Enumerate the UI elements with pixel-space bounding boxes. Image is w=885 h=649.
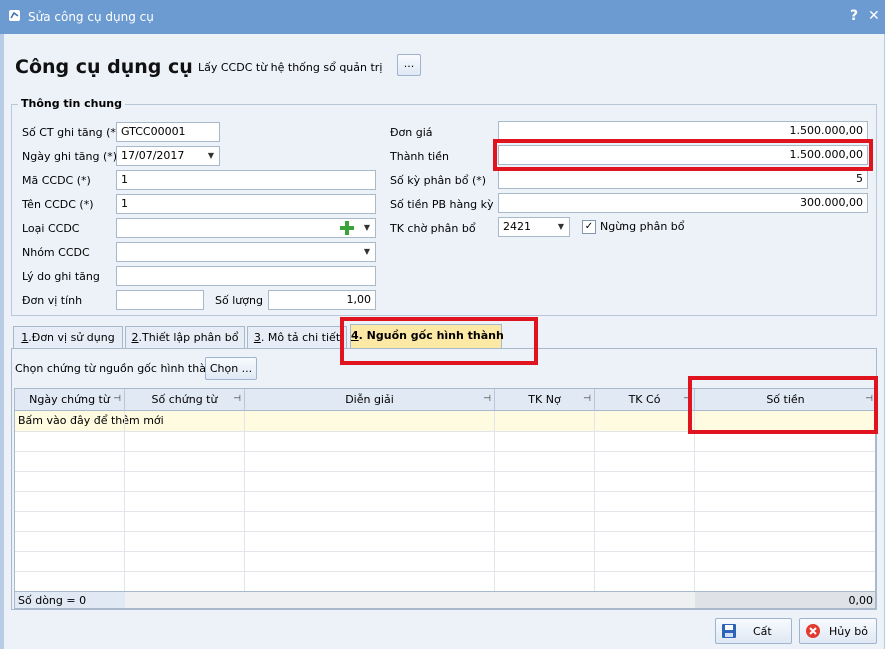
grid-line	[15, 451, 875, 452]
so-ct-input[interactable]: GTCC00001	[116, 122, 220, 142]
don-gia-label: Đơn giá	[390, 126, 433, 139]
ly-do-input[interactable]	[116, 266, 376, 286]
ngung-pb-label: Ngừng phân bổ	[600, 220, 685, 233]
ma-ccdc-input[interactable]: 1	[116, 170, 376, 190]
title-bar: Sửa công cụ dụng cụ ? ✕	[0, 0, 885, 34]
grid-line	[15, 571, 875, 572]
column-title: Diễn giải	[345, 393, 394, 406]
column-header[interactable]: Diễn giải ⊣	[245, 389, 495, 411]
ten-ccdc-label: Tên CCDC (*)	[22, 198, 94, 211]
tk-cho-pb-value: 2421	[503, 220, 531, 233]
loai-ccdc-label: Loại CCDC	[22, 222, 80, 235]
row-count: Số dòng = 0	[15, 591, 125, 608]
new-row-hint: Bấm vào đây để thêm mới	[18, 414, 164, 427]
pin-icon[interactable]: ⊣	[233, 389, 241, 410]
thanh-tien-label: Thành tiền	[390, 150, 449, 163]
tab-don-vi-su-dung[interactable]: 1.Đơn vị sử dụng	[13, 326, 123, 349]
chevron-down-icon[interactable]: ▼	[553, 218, 569, 236]
close-icon[interactable]: ✕	[868, 8, 880, 24]
choose-button[interactable]: Chọn ...	[205, 357, 257, 380]
tab-key: 3	[253, 331, 261, 344]
grid-line	[124, 411, 125, 591]
grid-line	[694, 411, 695, 591]
don-vi-tinh-input[interactable]	[116, 290, 204, 310]
so-luong-input[interactable]: 1,00	[268, 290, 376, 310]
tab-key: 2	[131, 331, 139, 344]
column-header[interactable]: TK Có ⊣	[595, 389, 695, 411]
column-header[interactable]: Số chứng từ ⊣	[125, 389, 245, 411]
grid-line	[15, 551, 875, 552]
cancel-button[interactable]: Hủy bỏ	[799, 618, 877, 644]
column-title: Số chứng từ	[151, 393, 218, 406]
floppy-icon	[722, 624, 736, 638]
grid-line	[15, 471, 875, 472]
import-label: Lấy CCDC từ hệ thống sổ quản trị	[198, 61, 383, 74]
ly-do-label: Lý do ghi tăng	[22, 270, 100, 283]
nhom-ccdc-label: Nhóm CCDC	[22, 246, 90, 259]
choose-origin-label: Chọn chứng từ nguồn gốc hình thành	[15, 362, 220, 375]
import-button[interactable]: ...	[397, 54, 421, 76]
chevron-down-icon[interactable]: ▼	[359, 243, 375, 261]
tab-label: .Thiết lập phân bổ	[138, 331, 239, 344]
column-title: Ngày chứng từ	[29, 393, 110, 406]
ngay-label: Ngày ghi tăng (*)	[22, 150, 118, 163]
save-button[interactable]: Cất	[715, 618, 792, 644]
grid-line	[15, 491, 875, 492]
so-luong-label: Số lượng	[215, 294, 263, 307]
grid-line	[15, 531, 875, 532]
footer-total: 0,00	[695, 591, 875, 608]
grid-line	[594, 411, 595, 591]
ngay-input[interactable]: 17/07/2017 ▼	[116, 146, 220, 166]
cancel-label: Hủy bỏ	[829, 625, 868, 638]
so-tien-pb-label: Số tiền PB hàng kỳ	[390, 198, 494, 211]
tab-mo-ta-chi-tiet[interactable]: 3. Mô tả chi tiết	[247, 326, 347, 349]
tab-label: . Mô tả chi tiết	[260, 331, 341, 344]
group-title: Thông tin chung	[18, 97, 126, 110]
pin-icon[interactable]: ⊣	[583, 389, 591, 410]
pin-icon[interactable]: ⊣	[483, 389, 491, 410]
column-header[interactable]: Ngày chứng từ ⊣	[15, 389, 125, 411]
don-gia-input[interactable]: 1.500.000,00	[498, 121, 868, 141]
so-ky-pb-label: Số kỳ phân bổ (*)	[390, 174, 487, 187]
save-label: Cất	[753, 625, 772, 638]
tab-thiet-lap-phan-bo[interactable]: 2.Thiết lập phân bổ	[125, 326, 245, 349]
window-title: Sửa công cụ dụng cụ	[28, 10, 154, 24]
footer-spacer	[125, 591, 695, 608]
highlight-box	[493, 139, 873, 171]
ma-ccdc-label: Mã CCDC (*)	[22, 174, 91, 187]
help-icon[interactable]: ?	[850, 8, 858, 24]
grid-line	[244, 411, 245, 591]
app-icon	[9, 10, 20, 21]
loai-ccdc-select[interactable]: ▼	[116, 218, 376, 238]
so-tien-pb-input[interactable]: 300.000,00	[498, 193, 868, 213]
ngay-value: 17/07/2017	[121, 149, 185, 162]
cancel-icon	[806, 624, 820, 638]
column-title: TK Có	[628, 393, 661, 406]
pin-icon[interactable]: ⊣	[113, 389, 121, 410]
grid-line	[15, 511, 875, 512]
grid-line	[494, 411, 495, 591]
page-title: Công cụ dụng cụ	[15, 56, 193, 78]
tab-label: .Đơn vị sử dụng	[28, 331, 115, 344]
nhom-ccdc-select[interactable]: ▼	[116, 242, 376, 262]
ngung-pb-checkbox[interactable]: ✓	[582, 220, 596, 234]
so-ct-label: Số CT ghi tăng (*)	[22, 126, 121, 139]
highlight-box	[340, 317, 538, 365]
add-plus-icon[interactable]	[339, 220, 355, 236]
don-vi-tinh-label: Đơn vị tính	[22, 294, 83, 307]
ten-ccdc-input[interactable]: 1	[116, 194, 376, 214]
so-ky-pb-input[interactable]: 5	[498, 169, 868, 189]
tk-cho-pb-label: TK chờ phân bổ	[390, 222, 476, 235]
calendar-dropdown-icon[interactable]: ▼	[203, 147, 219, 165]
chevron-down-icon[interactable]: ▼	[359, 219, 375, 237]
highlight-box	[688, 376, 878, 434]
column-header[interactable]: TK Nợ ⊣	[495, 389, 595, 411]
column-title: TK Nợ	[528, 393, 561, 406]
checkmark-icon: ✓	[584, 221, 594, 232]
tk-cho-pb-select[interactable]: 2421 ▼	[498, 217, 570, 237]
